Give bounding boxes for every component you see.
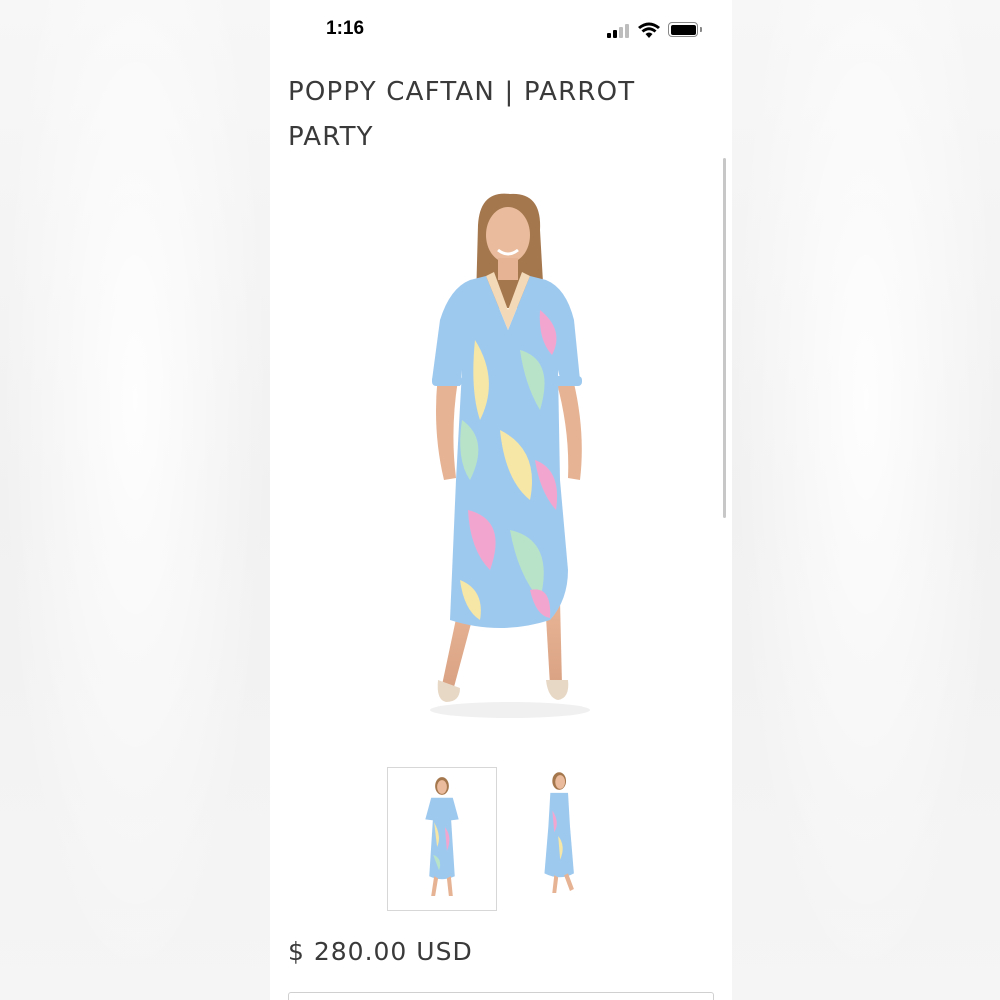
thumbnail-image-side bbox=[544, 772, 574, 893]
battery-cap bbox=[700, 27, 702, 32]
model-wearing-caftan-front-image[interactable] bbox=[380, 180, 640, 740]
option-selector-box[interactable] bbox=[288, 992, 714, 1000]
battery-icon bbox=[668, 22, 698, 37]
product-title: POPPY CAFTAN | PARROT PARTY bbox=[288, 77, 636, 152]
product-price: $ 280.00 USD bbox=[288, 937, 473, 966]
model-front-view-thumbnail[interactable] bbox=[387, 767, 497, 911]
status-bar: 1:16 bbox=[270, 0, 732, 60]
blurred-backdrop-left bbox=[0, 0, 270, 1000]
model-side-view-thumbnail[interactable] bbox=[515, 767, 625, 911]
thumbnail-image-front bbox=[425, 777, 459, 896]
blurred-backdrop-right bbox=[732, 0, 1000, 1000]
scrollbar[interactable] bbox=[723, 158, 726, 518]
status-time: 1:16 bbox=[326, 18, 365, 39]
wifi-icon bbox=[638, 22, 660, 38]
cellular-signal-icon bbox=[607, 24, 631, 38]
phone-screen: 1:16 POPPY CAFTAN | PARROT PARTY $ 280.0… bbox=[270, 0, 732, 1000]
